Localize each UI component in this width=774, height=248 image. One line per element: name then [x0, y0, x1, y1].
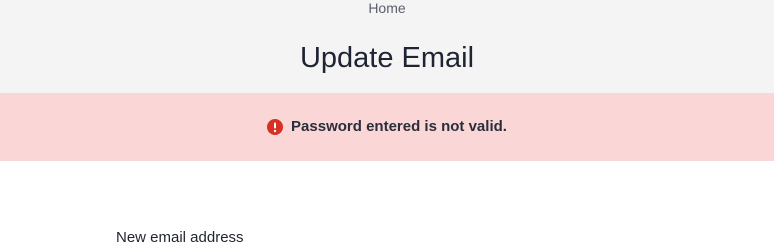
- breadcrumb-home-link[interactable]: Home: [0, 0, 774, 16]
- error-icon: [267, 119, 284, 135]
- page-header: Home Update Email: [0, 0, 774, 93]
- page-title: Update Email: [299, 42, 475, 74]
- new-email-label: New email address: [116, 229, 244, 246]
- error-alert-content: Password entered is not valid.: [267, 118, 507, 136]
- error-message: Password entered is not valid.: [291, 118, 507, 135]
- error-alert: Password entered is not valid.: [0, 93, 774, 161]
